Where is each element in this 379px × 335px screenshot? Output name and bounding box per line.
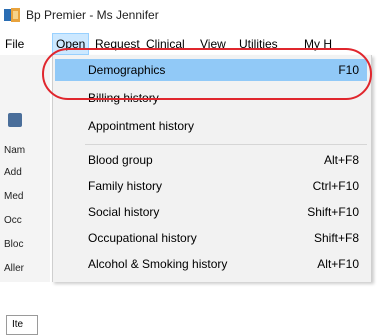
item-input[interactable]: Ite — [6, 315, 38, 335]
name-label: Nam — [4, 145, 26, 156]
patient-details-panel: Nam Add Med Occ Bloc Aller Ite — [0, 55, 50, 335]
item-input-value: Ite — [12, 319, 24, 330]
menu-item-label: Occupational history — [88, 231, 197, 245]
menu-item-family-history[interactable]: Family history Ctrl+F10 — [55, 175, 367, 197]
menu-item-social-history[interactable]: Social history Shift+F10 — [55, 201, 367, 223]
menu-item-label: Billing history — [88, 91, 159, 105]
menu-item-alcohol-smoking-history[interactable]: Alcohol & Smoking history Alt+F10 — [55, 253, 367, 275]
menu-view[interactable]: View — [197, 35, 229, 53]
menu-item-billing-history[interactable]: Billing history — [55, 87, 367, 109]
menu-item-shortcut: Shift+F8 — [313, 231, 359, 245]
menu-item-blood-group[interactable]: Blood group Alt+F8 — [55, 149, 367, 171]
blood-label: Bloc — [4, 239, 24, 250]
menu-item-shortcut: Ctrl+F10 — [312, 179, 359, 193]
medicare-label: Med — [4, 191, 24, 202]
menu-clinical[interactable]: Clinical — [143, 35, 188, 53]
menu-request[interactable]: Request — [92, 35, 143, 53]
menu-item-demographics[interactable]: Demographics F10 — [55, 59, 367, 81]
allergies-label: Aller — [4, 263, 25, 274]
title-bar: Bp Premier - Ms Jennifer — [0, 0, 379, 30]
menu-bar: File Open Request Clinical View Utilitie… — [0, 32, 379, 55]
occupation-label: Occ — [4, 215, 22, 226]
menu-utilities[interactable]: Utilities — [236, 35, 281, 53]
menu-item-label: Family history — [88, 179, 163, 193]
menu-item-shortcut: Shift+F10 — [307, 205, 359, 219]
menu-item-shortcut: Alt+F8 — [323, 153, 359, 167]
menu-item-label: Blood group — [88, 153, 153, 167]
menu-item-shortcut: F10 — [338, 63, 359, 77]
menu-item-label: Alcohol & Smoking history — [88, 257, 228, 271]
window-title: Bp Premier - Ms Jennifer — [26, 8, 159, 22]
open-menu-dropdown: Demographics F10 Billing history Appoint… — [52, 55, 372, 282]
menu-item-shortcut: Alt+F10 — [317, 257, 359, 271]
menu-item-label: Appointment history — [88, 119, 195, 133]
menu-item-appointment-history[interactable]: Appointment history — [55, 115, 367, 137]
menu-item-label: Social history — [88, 205, 160, 219]
menu-item-label: Demographics — [88, 63, 166, 77]
address-label: Add — [4, 167, 22, 178]
menu-open[interactable]: Open — [52, 33, 90, 55]
menu-my-h[interactable]: My H — [301, 35, 335, 53]
toolbar-icon[interactable] — [8, 113, 22, 127]
menu-separator — [85, 144, 367, 145]
bp-premier-app-icon — [4, 7, 20, 23]
menu-file[interactable]: File — [2, 35, 27, 53]
menu-item-occupational-history[interactable]: Occupational history Shift+F8 — [55, 227, 367, 249]
